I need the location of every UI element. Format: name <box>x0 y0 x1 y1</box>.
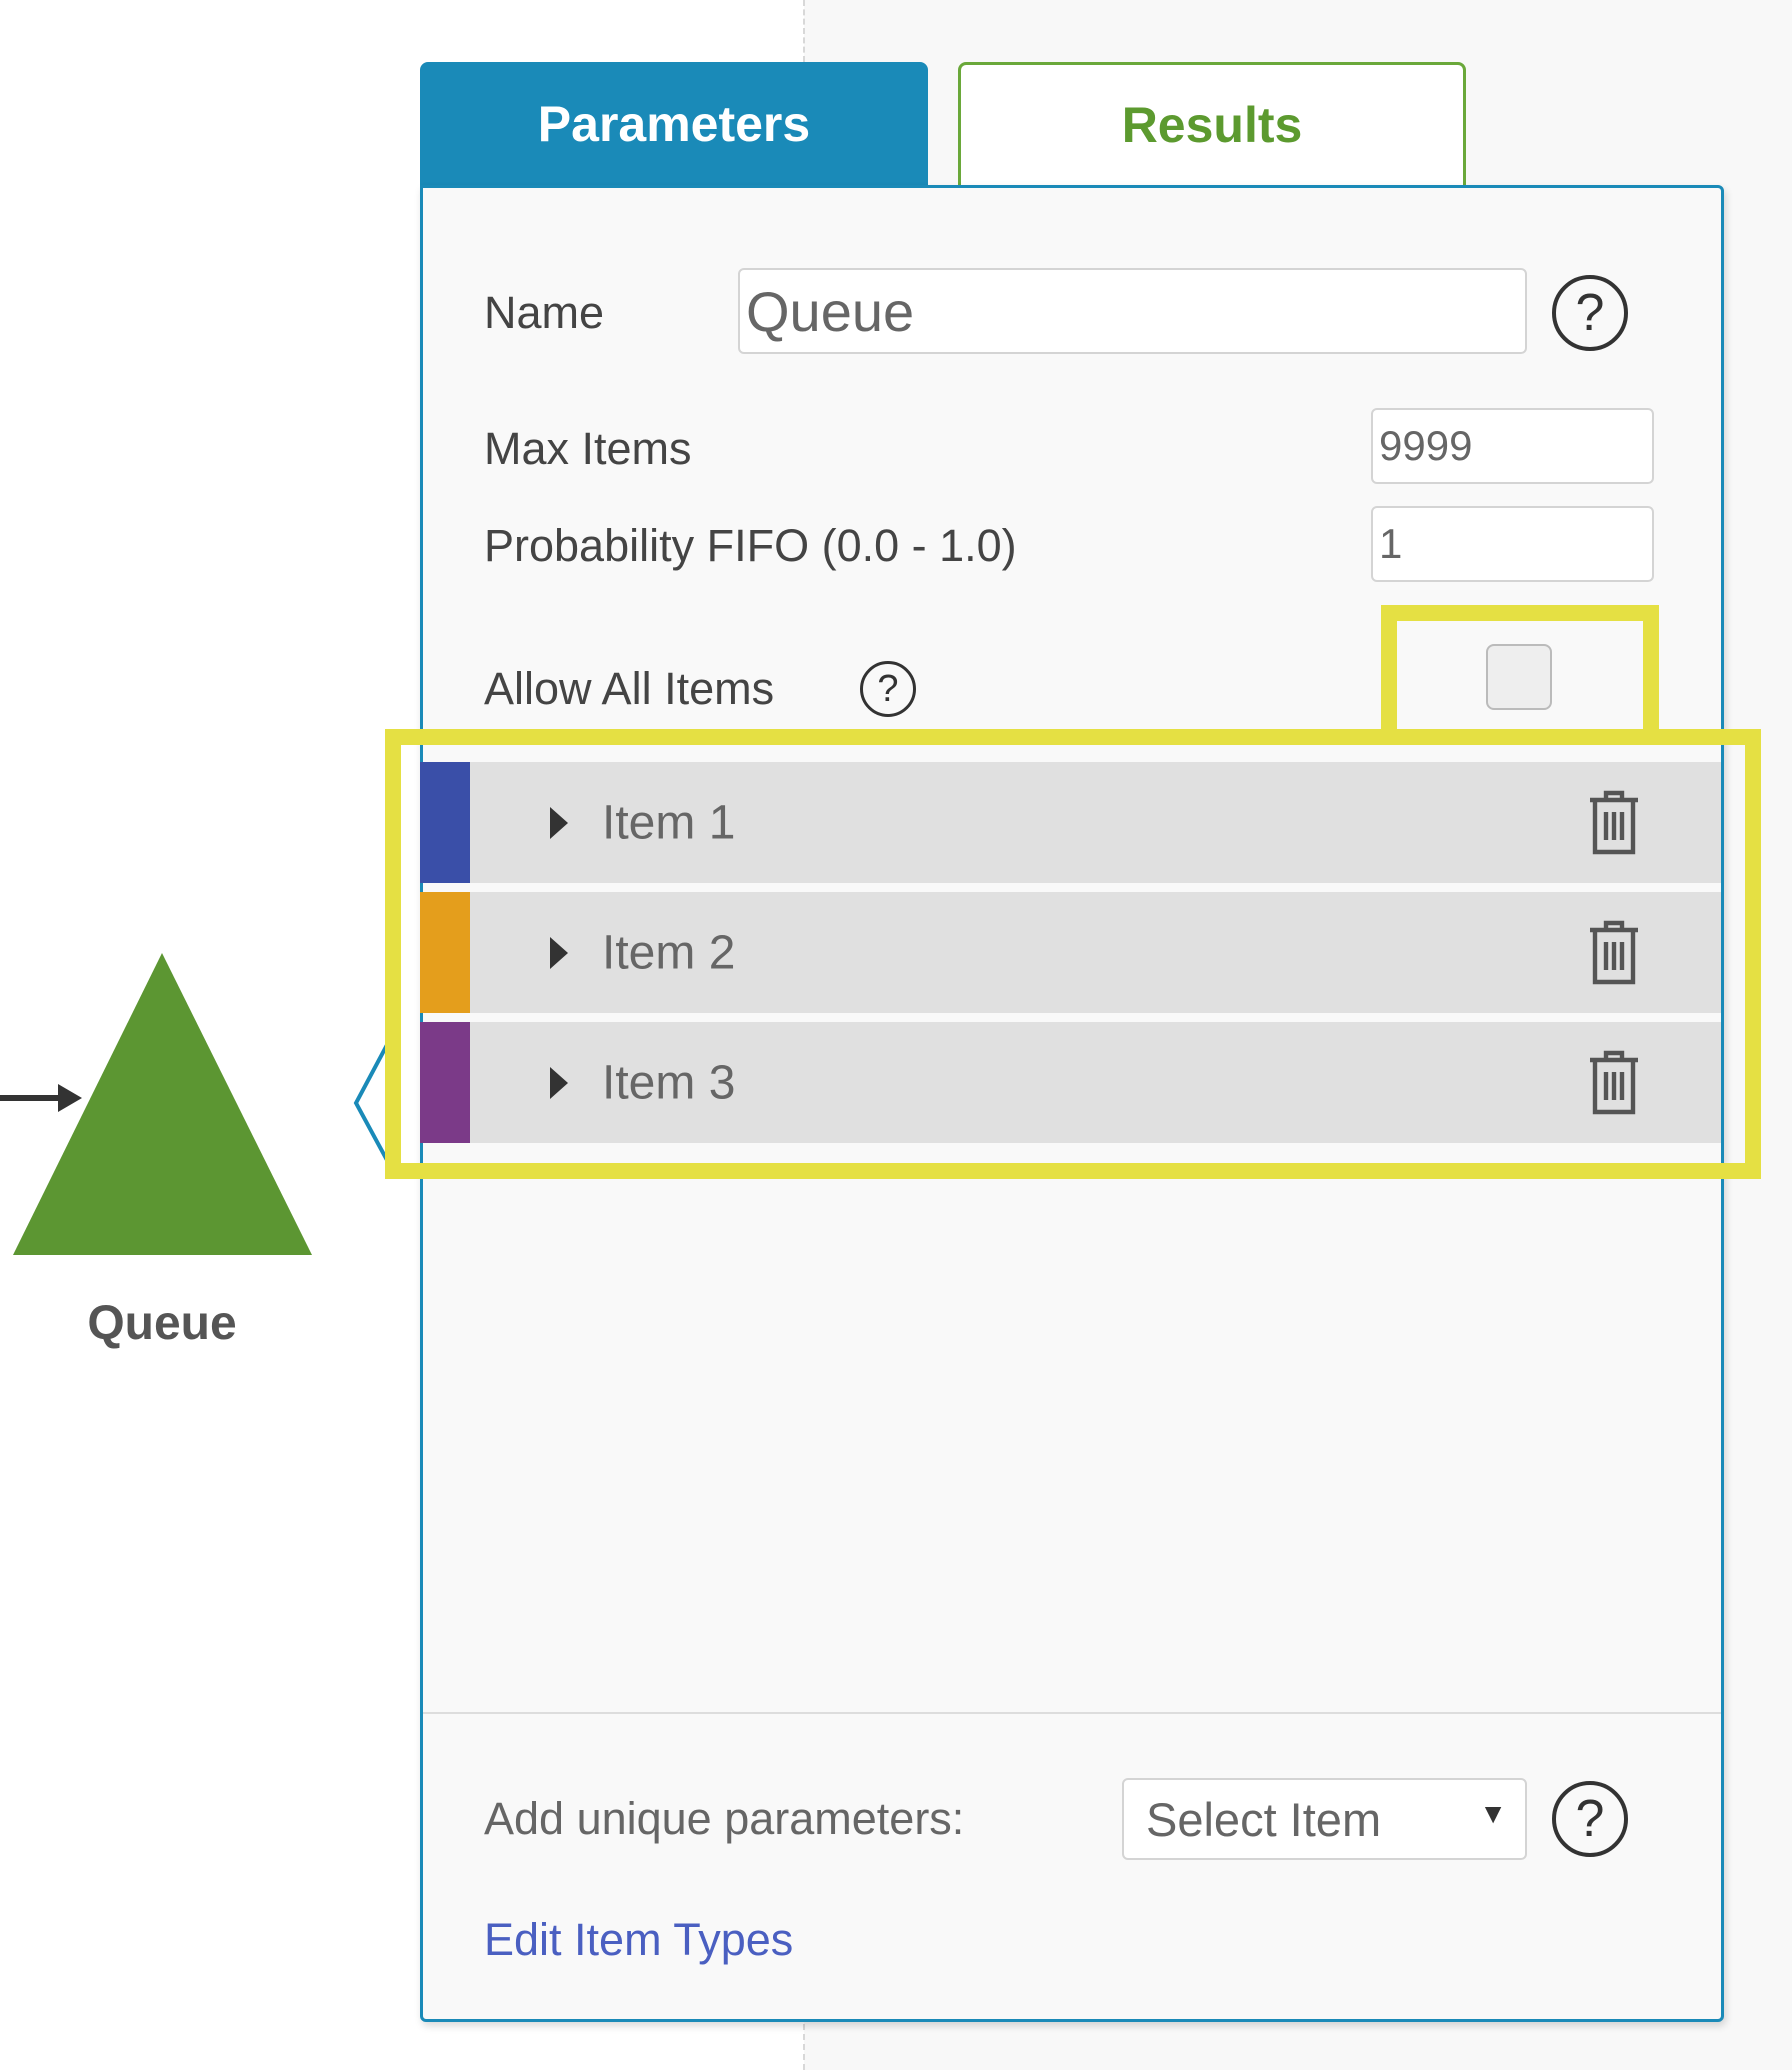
queue-triangle <box>13 953 312 1255</box>
grid-divider <box>803 0 805 62</box>
help-icon[interactable]: ? <box>860 661 916 717</box>
divider <box>423 1712 1721 1714</box>
allow-all-label: Allow All Items <box>484 663 775 714</box>
fifo-label: Probability FIFO (0.0 - 1.0) <box>484 520 1017 571</box>
select-item-dropdown[interactable]: Select Item ▼ <box>1122 1778 1527 1860</box>
fifo-value: 1 <box>1379 520 1403 567</box>
max-items-value: 9999 <box>1379 422 1473 469</box>
tab-results[interactable]: Results <box>958 62 1466 185</box>
edit-item-types-link[interactable]: Edit Item Types <box>484 1914 793 1966</box>
select-value: Select Item <box>1146 1792 1382 1846</box>
grid-divider <box>803 2024 805 2070</box>
help-icon[interactable]: ? <box>1552 275 1628 351</box>
node-label: Queue <box>87 1297 237 1350</box>
max-items-label: Max Items <box>484 423 692 474</box>
max-items-input[interactable]: 9999 <box>1371 408 1654 484</box>
highlight-box <box>385 729 1761 1179</box>
dropdown-arrow-icon: ▼ <box>1479 1798 1507 1829</box>
name-value: Queue <box>746 279 915 343</box>
add-params-label: Add unique parameters: <box>484 1793 965 1844</box>
tab-parameters[interactable]: Parameters <box>420 62 928 185</box>
name-input[interactable]: Queue <box>738 268 1527 354</box>
highlight-box <box>1381 605 1659 745</box>
queue-node[interactable] <box>0 940 430 1270</box>
name-label: Name <box>484 287 605 338</box>
fifo-input[interactable]: 1 <box>1371 506 1654 582</box>
arrow-head-icon <box>58 1084 82 1112</box>
help-icon[interactable]: ? <box>1552 1781 1628 1857</box>
port-diamond <box>353 1042 390 1163</box>
